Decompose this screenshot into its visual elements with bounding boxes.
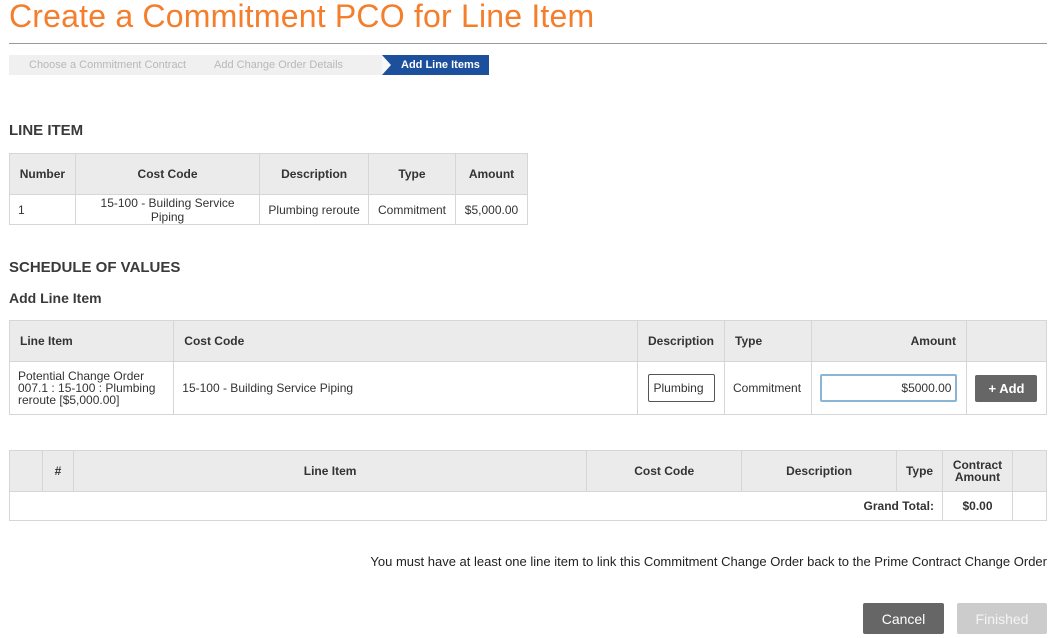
- line-item-amount: $5,000.00: [454, 194, 529, 225]
- sov-heading: SCHEDULE OF VALUES: [9, 259, 181, 276]
- table-header-row: Line Item Cost Code Description Type Amo…: [8, 320, 1048, 362]
- col-amount: Amount: [454, 153, 529, 195]
- table-row: 1 15-100 - Building Service Piping Plumb…: [9, 194, 529, 225]
- col-actions: [965, 320, 1048, 362]
- line-item-table: Number Cost Code Description Type Amount…: [9, 153, 529, 225]
- sov-cost-code: 15-100 - Building Service Piping: [173, 361, 638, 415]
- add-line-item-button[interactable]: + Add: [975, 374, 1038, 402]
- col-contract-amount: Contract Amount: [942, 450, 1013, 492]
- grand-total-value: $0.00: [942, 491, 1013, 521]
- sov-line-item: Potential Change Order 007.1 : 15-100 : …: [8, 361, 175, 415]
- col-description: Description: [259, 153, 369, 195]
- grand-total-label: Grand Total:: [9, 491, 943, 521]
- col-amount: Amount: [810, 320, 967, 362]
- line-items-summary-table: # Line Item Cost Code Description Type C…: [9, 450, 1048, 521]
- col-cost-code: Cost Code: [586, 450, 743, 492]
- col-description: Description: [741, 450, 898, 492]
- grand-total-row: Grand Total: $0.00: [9, 491, 1048, 521]
- col-type: Type: [368, 153, 456, 195]
- line-item-cost-code: 15-100 - Building Service Piping: [74, 194, 261, 225]
- line-item-heading: LINE ITEM: [9, 122, 84, 139]
- page-title: Create a Commitment PCO for Line Item: [9, 0, 595, 34]
- line-item-number: 1: [9, 194, 76, 225]
- cancel-button[interactable]: Cancel: [863, 603, 944, 634]
- wizard-steps: Choose a Commitment Contract Add Change …: [9, 55, 489, 75]
- col-cost-code: Cost Code: [74, 153, 261, 195]
- step-add-line-items[interactable]: Add Line Items: [382, 55, 489, 75]
- amount-input[interactable]: [820, 374, 958, 402]
- step-add-change-order-details[interactable]: Add Change Order Details: [194, 55, 382, 75]
- col-line-item: Line Item: [72, 450, 588, 492]
- col-type: Type: [724, 320, 812, 362]
- title-divider: [9, 43, 1047, 44]
- col-type: Type: [896, 450, 943, 492]
- line-item-description: Plumbing reroute: [259, 194, 369, 225]
- col-number: #: [41, 450, 74, 492]
- description-input[interactable]: [647, 374, 715, 402]
- table-header-row: # Line Item Cost Code Description Type C…: [9, 450, 1048, 492]
- col-cost-code: Cost Code: [173, 320, 638, 362]
- line-item-type: Commitment: [368, 194, 456, 225]
- finished-button[interactable]: Finished: [957, 603, 1047, 634]
- step-label: Add Line Items: [401, 59, 480, 71]
- col-line-item: Line Item: [8, 320, 175, 362]
- validation-message: You must have at least one line item to …: [370, 554, 1047, 569]
- step-choose-commitment-contract[interactable]: Choose a Commitment Contract: [9, 55, 194, 75]
- add-line-item-heading: Add Line Item: [9, 290, 102, 306]
- col-description: Description: [636, 320, 726, 362]
- col-number: Number: [9, 153, 76, 195]
- step-chevron: [382, 55, 391, 75]
- table-header-row: Number Cost Code Description Type Amount: [9, 153, 529, 195]
- table-row: Potential Change Order 007.1 : 15-100 : …: [8, 361, 1048, 415]
- sov-type: Commitment: [724, 361, 812, 415]
- sov-table: Line Item Cost Code Description Type Amo…: [8, 320, 1048, 415]
